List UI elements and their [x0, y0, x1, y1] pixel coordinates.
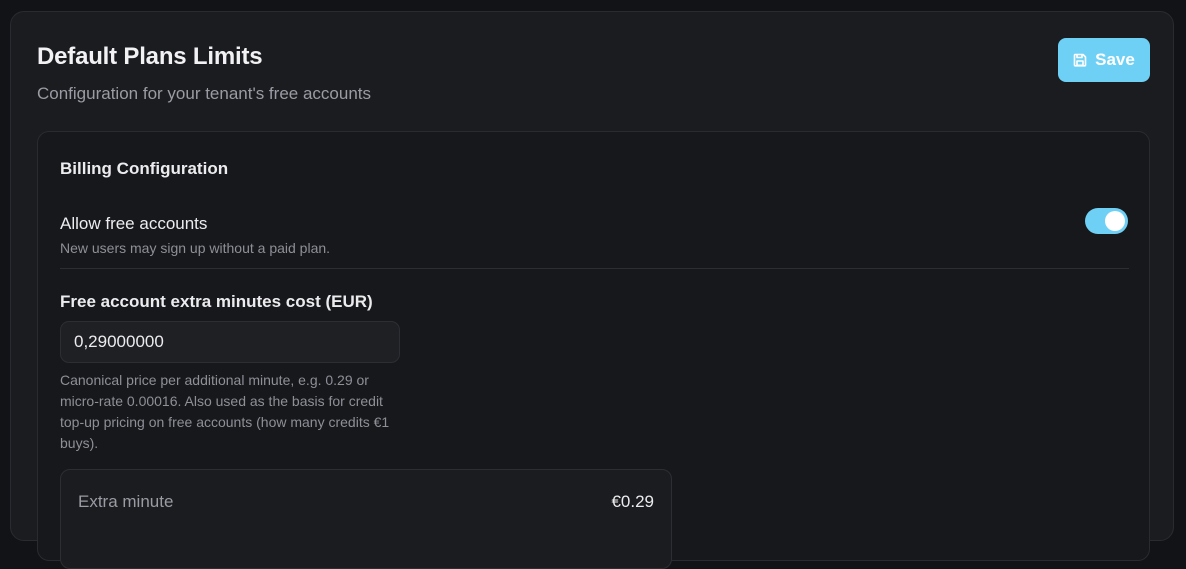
- extra-minute-price: €0.29: [611, 492, 654, 511]
- save-button[interactable]: Save: [1058, 38, 1150, 82]
- billing-configuration-card: Billing Configuration Allow free account…: [37, 131, 1150, 569]
- extra-minutes-cost-input[interactable]: [60, 321, 400, 363]
- billing-section-title: Billing Configuration: [60, 159, 229, 178]
- section-divider: [60, 268, 1129, 269]
- toggle-knob: [1105, 211, 1125, 231]
- extra-minutes-cost-label: Free account extra minutes cost (EUR): [60, 292, 373, 311]
- extra-minutes-cost-help: Canonical price per additional minute, e…: [60, 372, 390, 451]
- extra-minute-label: Extra minute: [78, 492, 174, 511]
- save-button-label: Save: [1095, 50, 1135, 69]
- allow-free-accounts-toggle[interactable]: [1085, 208, 1128, 234]
- allow-free-accounts-description: New users may sign up without a paid pla…: [60, 240, 331, 256]
- save-icon: [1073, 53, 1087, 67]
- default-plans-panel: Default Plans Limits Configuration for y…: [10, 11, 1174, 569]
- allow-free-accounts-label: Allow free accounts: [60, 214, 208, 233]
- price-summary-box: Extra minute €0.29: [60, 469, 672, 569]
- page-title: Default Plans Limits: [37, 43, 263, 70]
- page-subtitle: Configuration for your tenant's free acc…: [37, 84, 371, 103]
